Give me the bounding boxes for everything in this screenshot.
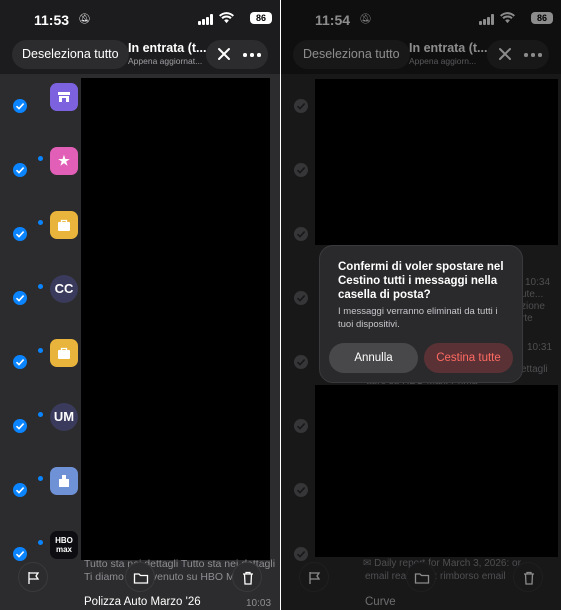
message-preview: Ti diamo il benvenuto su HBO Max [84,571,246,583]
selected-checkmark-icon[interactable] [13,483,27,497]
redacted-region [81,78,270,560]
status-bar: 11:53 🔕︎ 86 [0,0,280,38]
mark-read-button[interactable] [18,562,48,592]
wifi-icon [219,12,234,24]
dialog-title: Confermi di voler spostare nel Cestino t… [338,261,504,301]
header-actions [206,40,268,69]
selected-checkmark-icon[interactable] [13,355,27,369]
cancel-button[interactable]: Annulla [329,343,418,373]
left-screenshot: 11:53 🔕︎ 86 Deseleziona tutto In entrata… [0,0,280,610]
mailbox-subtitle: Appena aggiornat... [128,56,203,66]
selected-checkmark-icon[interactable] [13,291,27,305]
selected-checkmark-icon[interactable] [13,419,27,433]
selected-checkmark-icon[interactable] [13,99,27,113]
hbo-max-logo: HBO max [50,531,78,559]
deselect-all-button[interactable]: Deseleziona tutto [12,40,129,69]
unread-dot [38,220,43,225]
building-icon [50,467,78,495]
shopping-bag-icon [50,211,78,239]
dialog-message: I messaggi verranno eliminati da tutti i… [338,306,498,330]
silent-bell-icon: 🔕︎ [78,14,91,25]
star-icon: ★ [50,147,78,175]
message-list: ★ CC UM HBO max Tutto sta nei dettagli T… [0,74,280,610]
battery-indicator: 86 [250,12,272,24]
close-icon[interactable] [215,45,233,63]
status-time: 11:53 [34,12,70,28]
unread-dot [38,156,43,161]
trash-icon [243,571,253,585]
selected-checkmark-icon[interactable] [13,547,27,561]
unread-dot [38,412,43,417]
sender-name: Polizza Auto Marzo '26 [84,596,201,608]
sender-avatar: UM [50,403,78,431]
message-time: 10:03 [246,598,272,609]
unread-dot [38,476,43,481]
mailbox-title[interactable]: In entrata (t... [128,41,206,55]
trash-button[interactable] [232,562,262,592]
selected-checkmark-icon[interactable] [13,227,27,241]
trash-all-button[interactable]: Cestina tutte [424,343,513,373]
shopping-bag-icon [50,339,78,367]
cellular-signal-icon [198,14,214,25]
right-screenshot: 11:54 🔕︎ 86 Deseleziona tutto In entrata… [281,0,561,610]
confirm-trash-dialog: Confermi di voler spostare nel Cestino t… [319,245,523,383]
unread-dot [38,348,43,353]
move-to-folder-button[interactable] [125,562,155,592]
mail-header: Deseleziona tutto In entrata (t... Appen… [0,38,280,72]
storefront-icon [50,83,78,111]
more-options-icon[interactable] [243,53,261,57]
folder-icon [133,573,149,584]
sender-avatar: CC [50,275,78,303]
unread-dot [38,540,43,545]
selected-checkmark-icon[interactable] [13,163,27,177]
flag-icon [28,572,40,584]
unread-dot [38,284,43,289]
